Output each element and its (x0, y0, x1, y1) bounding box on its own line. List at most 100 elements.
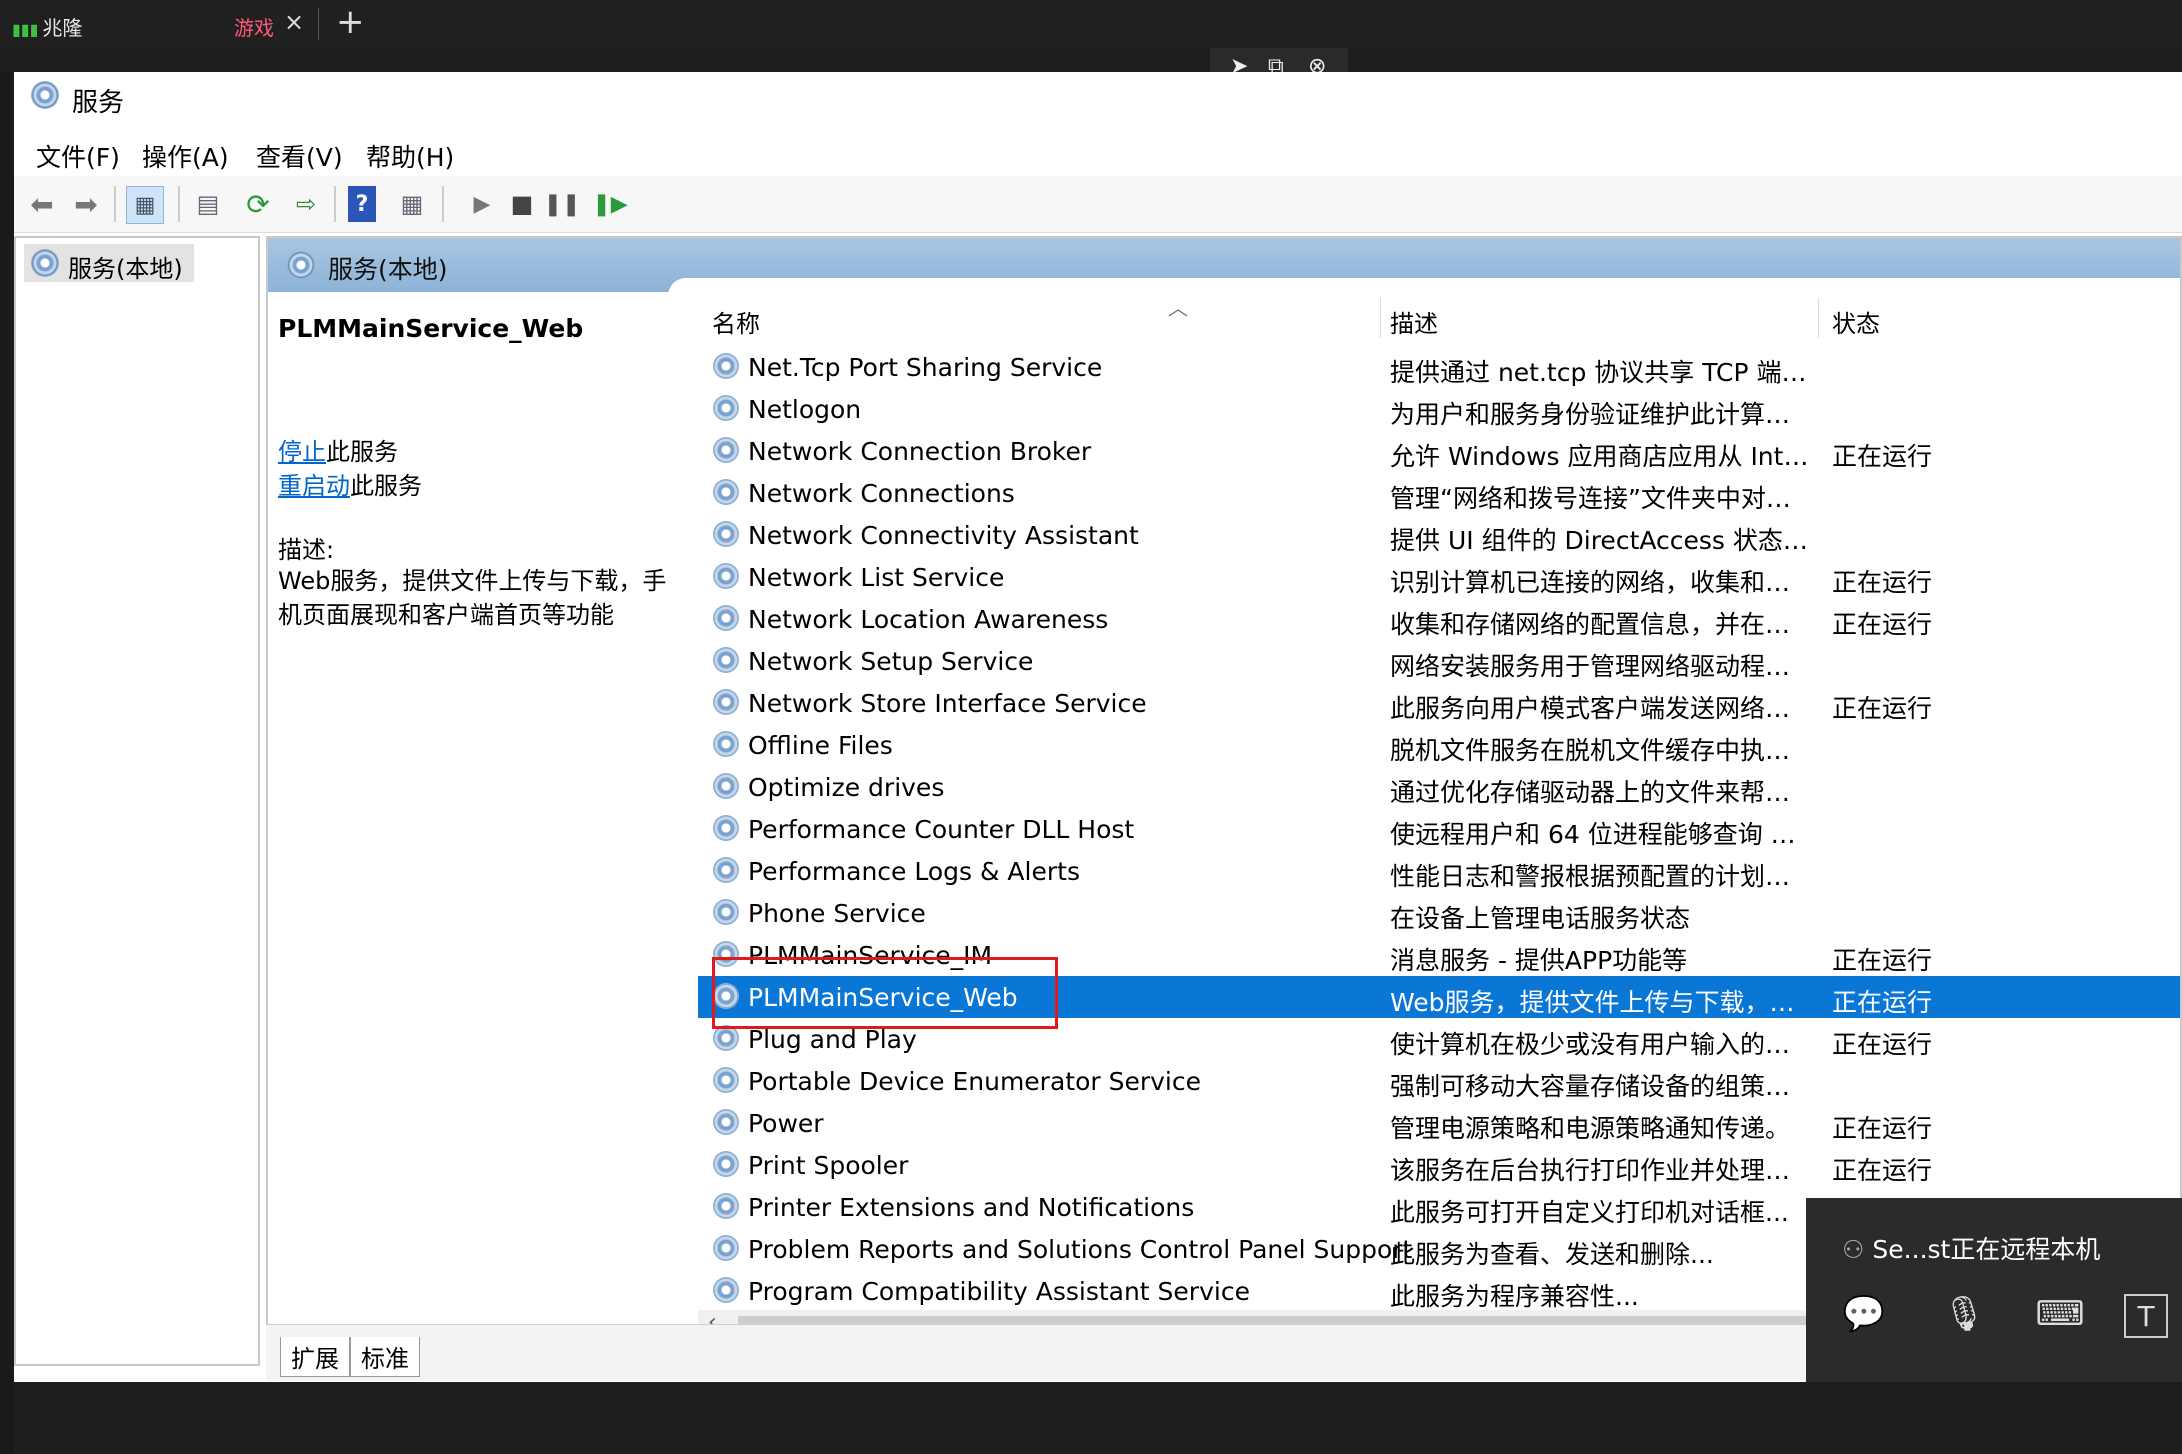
keyboard-icon[interactable]: ⌨ (2032, 1286, 2088, 1342)
service-row[interactable]: Performance Counter DLL Host 使远程用户和 64 位进… (698, 808, 2180, 850)
forward-icon[interactable]: ➡ (68, 186, 104, 222)
service-description: 允许 Windows 应用商店应用从 Inter... (1390, 442, 1810, 471)
restart-icon[interactable]: ❚▶ (592, 186, 628, 222)
service-row[interactable]: PLMMainService_IM 消息服务 - 提供APP功能等 正在运行 (698, 934, 2180, 976)
menu-action[interactable]: 操作(A) (142, 138, 229, 174)
menu-help[interactable]: 帮助(H) (366, 138, 454, 174)
tab-game[interactable]: 游戏 (234, 12, 274, 41)
services-icon (32, 82, 58, 108)
service-name: Network Connections (748, 479, 1015, 508)
tree-item-services-local[interactable]: 服务(本地) (24, 244, 194, 283)
service-description: 管理“网络和拨号连接”文件夹中对象... (1390, 484, 1810, 513)
service-detail: PLMMainService_Web 停止此服务 重启动此服务 描述: Web服… (278, 314, 678, 629)
start-icon[interactable]: ▶ (464, 186, 500, 222)
column-status[interactable]: 状态 (1832, 304, 1880, 339)
toolbar-separator (178, 186, 180, 222)
service-description: 该服务在后台执行打印作业并处理与... (1390, 1156, 1810, 1185)
service-row[interactable]: Offline Files 脱机文件服务在脱机文件缓存中执行... (698, 724, 2180, 766)
tab-divider (318, 8, 319, 40)
column-divider[interactable] (1380, 298, 1381, 338)
tab-close-icon[interactable]: × (284, 8, 304, 36)
stop-suffix: 此服务 (326, 438, 398, 466)
pause-icon[interactable]: ❚❚ (544, 186, 581, 222)
export-icon[interactable]: ⇨ (288, 186, 324, 222)
service-name: Network Location Awareness (748, 605, 1109, 634)
description-label: 描述: (278, 536, 335, 564)
restart-service-link[interactable]: 重启动 (278, 472, 350, 500)
service-row[interactable]: Network Connections 管理“网络和拨号连接”文件夹中对象... (698, 472, 2180, 514)
service-gear-icon (714, 774, 738, 798)
tab-extended[interactable]: 扩展 (280, 1337, 350, 1377)
service-description: 为用户和服务身份验证维护此计算机... (1390, 400, 1810, 429)
remote-status: ⚇ Se...st正在远程本机 (1842, 1235, 2101, 1264)
help-icon[interactable]: ? (348, 186, 376, 222)
service-status: 正在运行 (1832, 946, 1933, 975)
service-gear-icon (714, 984, 738, 1008)
service-row[interactable]: Optimize drives 通过优化存储驱动器上的文件来帮助... (698, 766, 2180, 808)
service-gear-icon (714, 1068, 738, 1092)
service-row[interactable]: Network List Service 识别计算机已连接的网络，收集和存... 正… (698, 556, 2180, 598)
service-row[interactable]: Portable Device Enumerator Service 强制可移动大… (698, 1060, 2180, 1102)
service-gear-icon (714, 606, 738, 630)
service-row[interactable]: Print Spooler 该服务在后台执行打印作业并处理与... 正在运行 (698, 1144, 2180, 1186)
service-status: 正在运行 (1832, 1114, 1933, 1143)
service-row[interactable]: Netlogon 为用户和服务身份验证维护此计算机... (698, 388, 2180, 430)
menu-file[interactable]: 文件(F) (36, 138, 120, 174)
service-gear-icon (714, 1110, 738, 1134)
service-description: 脱机文件服务在脱机文件缓存中执行... (1390, 736, 1810, 765)
pane-header-label: 服务(本地) (328, 255, 448, 284)
service-row[interactable]: Network Connection Broker 允许 Windows 应用商店… (698, 430, 2180, 472)
service-gear-icon (714, 1026, 738, 1050)
service-gear-icon (714, 690, 738, 714)
microphone-icon[interactable]: 🎙 (1936, 1286, 1992, 1342)
service-gear-icon (714, 1236, 738, 1260)
service-name: Program Compatibility Assistant Service (748, 1277, 1250, 1306)
new-tab-button[interactable]: + (336, 2, 365, 42)
service-gear-icon (714, 564, 738, 588)
refresh-icon[interactable]: ⟳ (240, 186, 276, 222)
show-hide-tree-icon[interactable]: ▦ (126, 186, 164, 224)
service-row[interactable]: Power 管理电源策略和电源策略通知传递。 正在运行 (698, 1102, 2180, 1144)
column-name[interactable]: 名称 (712, 304, 760, 339)
view-icon[interactable]: ▦ (394, 186, 430, 222)
service-gear-icon (714, 900, 738, 924)
service-row[interactable]: Plug and Play 使计算机在极少或没有用户输入的情... 正在运行 (698, 1018, 2180, 1060)
service-gear-icon (714, 1194, 738, 1218)
service-name: Plug and Play (748, 1025, 917, 1054)
service-row[interactable]: Network Connectivity Assistant 提供 UI 组件的 … (698, 514, 2180, 556)
stop-action: 停止此服务 (278, 432, 398, 467)
stop-service-link[interactable]: 停止 (278, 438, 326, 466)
toolbar-separator (442, 186, 444, 222)
service-row[interactable]: PLMMainService_Web Web服务，提供文件上传与下载，手... 正在… (698, 976, 2180, 1018)
service-description: 此服务为程序兼容性... (1390, 1282, 1639, 1311)
service-row[interactable]: Performance Logs & Alerts 性能日志和警报根据预配置的计划… (698, 850, 2180, 892)
service-row[interactable]: Network Store Interface Service 此服务向用户模式客… (698, 682, 2180, 724)
service-row[interactable]: Network Setup Service 网络安装服务用于管理网络驱动程序... (698, 640, 2180, 682)
service-description: 网络安装服务用于管理网络驱动程序... (1390, 652, 1810, 681)
column-description[interactable]: 描述 (1390, 304, 1438, 339)
column-divider[interactable] (1818, 298, 1819, 338)
service-row[interactable]: Network Location Awareness 收集和存储网络的配置信息，并… (698, 598, 2180, 640)
service-row[interactable]: Phone Service 在设备上管理电话服务状态 (698, 892, 2180, 934)
service-description: 强制可移动大容量存储设备的组策略... (1390, 1072, 1810, 1101)
menu-view[interactable]: 查看(V) (256, 138, 343, 174)
signal-indicator: ▮▮▮ 兆隆 (12, 16, 83, 40)
text-input-icon[interactable]: T (2124, 1294, 2168, 1338)
toolbar: ⬅ ➡ ▦ ▤ ⟳ ⇨ ? ▦ ▶ ■ ❚❚ ❚▶ (14, 176, 2182, 233)
stop-icon[interactable]: ■ (504, 186, 540, 222)
service-description: 此服务可打开自定义打印机对话框... (1390, 1198, 1789, 1227)
service-name: Offline Files (748, 731, 893, 760)
services-icon (288, 252, 314, 278)
properties-icon[interactable]: ▤ (190, 186, 226, 222)
tab-standard[interactable]: 标准 (350, 1337, 420, 1377)
tree-pane: 服务(本地) (14, 236, 260, 1366)
pane-header: 服务(本地) (268, 238, 2180, 298)
service-row[interactable]: Net.Tcp Port Sharing Service 提供通过 net.tcp… (698, 346, 2180, 388)
service-name: Net.Tcp Port Sharing Service (748, 353, 1103, 382)
service-name: Optimize drives (748, 773, 945, 802)
chat-icon[interactable]: 💬 (1836, 1286, 1892, 1342)
service-name: Performance Logs & Alerts (748, 857, 1080, 886)
service-name: PLMMainService_Web (748, 983, 1018, 1012)
back-icon[interactable]: ⬅ (24, 186, 60, 222)
service-status: 正在运行 (1832, 988, 1933, 1017)
